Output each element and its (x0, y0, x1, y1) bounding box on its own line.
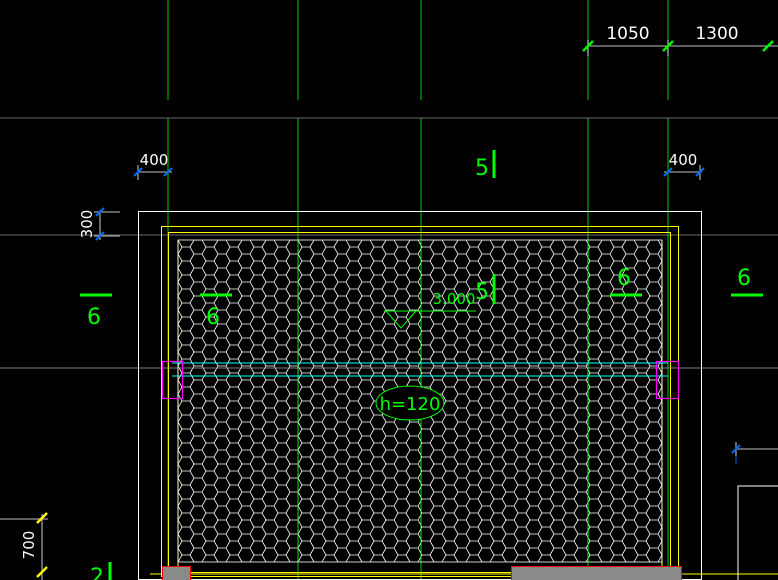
bottom-strips (150, 566, 778, 580)
section-6-far-right-label: 6 (737, 266, 751, 291)
section-5-top[interactable]: 5 (475, 150, 496, 181)
dim-1300: 1300 (695, 24, 738, 44)
section-5-inner-label: 5 (475, 280, 489, 305)
elevation-label: 3.000 (433, 290, 476, 308)
slab-thickness-label: h=120 (380, 394, 441, 415)
section-2-bottom-label: 2 (90, 565, 104, 580)
dimension-700: 700 (0, 512, 48, 580)
dim-300: 300 (78, 210, 96, 239)
section-6-far-right[interactable]: 6 (731, 266, 763, 297)
section-5-top-label: 5 (475, 156, 489, 181)
top-dimension-chain: 1050 1300 (582, 24, 778, 56)
dimension-400-right: 400 (663, 151, 705, 180)
section-6-far-left[interactable]: 6 (80, 293, 112, 330)
dimension-400-left: 400 (133, 151, 173, 180)
section-6-right-label: 6 (617, 266, 631, 291)
section-6-far-left-label: 6 (87, 305, 101, 330)
dim-1050: 1050 (606, 24, 649, 44)
dim-400-right: 400 (669, 151, 698, 169)
slab-thickness-tag[interactable]: h=120 (375, 385, 445, 421)
section-6-left-label: 6 (206, 305, 220, 330)
section-2-bottom[interactable]: 2 (90, 562, 112, 580)
right-side-fragments (731, 442, 778, 580)
dim-700: 700 (20, 531, 38, 560)
dim-400-left: 400 (140, 151, 169, 169)
cad-drawing-canvas[interactable]: 1050 1300 400 400 300 700 5 5 6 6 6 6 2 … (0, 0, 778, 580)
